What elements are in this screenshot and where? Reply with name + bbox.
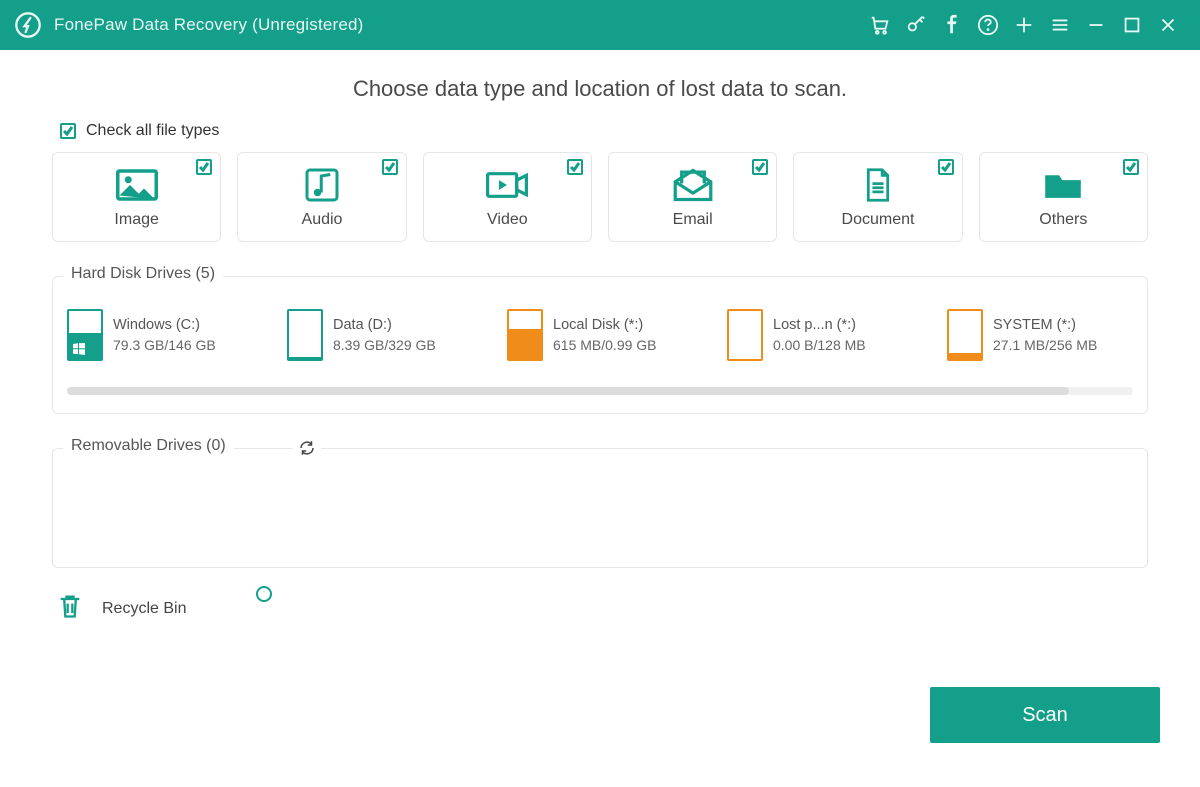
drive-item[interactable]: Windows (C:) 79.3 GB/146 GB [67,305,267,365]
file-type-grid: Image Audio Video Email Document Others [52,152,1148,242]
recycle-label: Recycle Bin [102,600,186,618]
hard-disk-legend: Hard Disk Drives (5) [63,265,223,283]
recycle-radio[interactable] [256,586,272,602]
trash-icon [56,590,84,627]
type-card-video[interactable]: Video [423,152,592,242]
drive-item[interactable]: Local Disk (*:) 615 MB/0.99 GB [507,305,707,365]
titlebar: FonePaw Data Recovery (Unregistered) [0,0,1200,50]
drive-name: Local Disk (*:) [553,317,657,333]
image-icon [116,165,158,205]
type-checkbox[interactable] [938,159,954,175]
facebook-icon[interactable] [934,0,970,50]
close-icon[interactable] [1150,0,1186,50]
disk-icon [507,309,543,361]
disk-icon [287,309,323,361]
removable-legend: Removable Drives (0) [63,437,234,455]
drive-item[interactable]: Lost p...n (*:) 0.00 B/128 MB [727,305,927,365]
removable-section: Removable Drives (0) [52,448,1148,568]
type-checkbox[interactable] [382,159,398,175]
menu-icon[interactable] [1042,0,1078,50]
audio-icon [301,165,343,205]
type-checkbox[interactable] [752,159,768,175]
drive-capacity: 79.3 GB/146 GB [113,337,216,353]
type-card-audio[interactable]: Audio [237,152,406,242]
hard-disk-section: Hard Disk Drives (5) Windows (C:)79.3 GB… [52,276,1148,414]
disk-icon [67,309,103,361]
type-card-email[interactable]: Email [608,152,777,242]
email-icon [672,165,714,205]
drive-capacity: 0.00 B/128 MB [773,337,866,353]
minimize-icon[interactable] [1078,0,1114,50]
drive-capacity: 8.39 GB/329 GB [333,337,436,353]
drives-scrollbar[interactable] [67,387,1133,395]
drive-name: Data (D:) [333,317,436,333]
video-icon [486,165,528,205]
type-checkbox[interactable] [196,159,212,175]
check-all-label: Check all file types [86,122,219,140]
type-checkbox[interactable] [1123,159,1139,175]
drive-name: SYSTEM (*:) [993,317,1097,333]
type-label: Video [487,211,528,229]
recycle-bin-option[interactable]: Recycle Bin [56,590,276,660]
drive-capacity: 615 MB/0.99 GB [553,337,657,353]
maximize-icon[interactable] [1114,0,1150,50]
scan-button[interactable]: Scan [930,687,1160,743]
drive-item[interactable]: SYSTEM (*:) 27.1 MB/256 MB [947,305,1133,365]
disk-icon [947,309,983,361]
others-icon [1042,165,1084,205]
type-card-image[interactable]: Image [52,152,221,242]
drive-capacity: 27.1 MB/256 MB [993,337,1097,353]
check-all-checkbox[interactable] [60,123,76,139]
type-checkbox[interactable] [567,159,583,175]
refresh-icon[interactable] [293,437,321,459]
plus-icon[interactable] [1006,0,1042,50]
type-card-others[interactable]: Others [979,152,1148,242]
type-card-document[interactable]: Document [793,152,962,242]
type-label: Email [673,211,713,229]
drive-name: Lost p...n (*:) [773,317,866,333]
cart-icon[interactable] [862,0,898,50]
window-title: FonePaw Data Recovery (Unregistered) [54,15,364,35]
app-logo-icon [14,11,42,39]
page-heading: Choose data type and location of lost da… [52,76,1148,102]
type-label: Audio [302,211,343,229]
type-label: Image [114,211,158,229]
document-icon [857,165,899,205]
drive-name: Windows (C:) [113,317,216,333]
drive-item[interactable]: Data (D:) 8.39 GB/329 GB [287,305,487,365]
hard-disk-drives: Windows (C:) 79.3 GB/146 GB Data (D:) 8.39 … [67,305,1133,365]
disk-icon [727,309,763,361]
help-icon[interactable] [970,0,1006,50]
type-label: Others [1039,211,1087,229]
type-label: Document [842,211,915,229]
check-all-row[interactable]: Check all file types [52,118,1148,144]
key-icon[interactable] [898,0,934,50]
